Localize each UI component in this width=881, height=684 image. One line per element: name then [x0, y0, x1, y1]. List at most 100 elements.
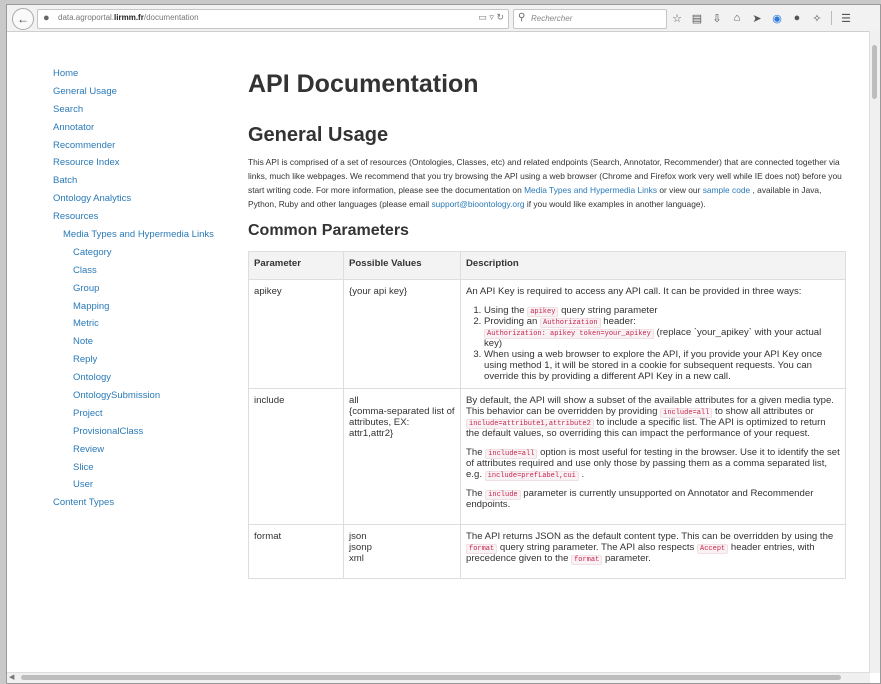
send-icon[interactable]: ➤ [751, 12, 763, 25]
search-icon: ⚲ [518, 12, 526, 23]
table-row-include: include all {comma-separated list of attr… [248, 388, 846, 525]
download-icon[interactable]: ⇩ [711, 12, 723, 25]
search-placeholder: Rechercher [531, 14, 573, 23]
text-span: header: [600, 316, 636, 327]
toolbar-separator [831, 11, 832, 25]
value-item: json [349, 531, 367, 542]
menu-icon[interactable]: ☰ [840, 12, 852, 25]
column-header-values: Possible Values [343, 251, 461, 280]
param-description: The API returns JSON as the default cont… [460, 524, 846, 579]
text-span: parameter. [602, 553, 651, 564]
table-header-row: Parameter Possible Values Description [248, 251, 846, 280]
sidebar-item-media-types-and-hypermedia-links[interactable]: Media Types and Hypermedia Links [53, 226, 233, 244]
back-arrow-icon: ← [17, 12, 29, 26]
skype-icon[interactable]: ◉ [771, 12, 783, 25]
intro-text-4: if you would like examples in another la… [524, 199, 706, 209]
code-snippet: include=prefLabel,cui [484, 471, 579, 481]
scroll-left-icon[interactable]: ◀ [9, 673, 14, 681]
home-icon[interactable]: ⌂ [731, 12, 743, 24]
sidebar-item-batch[interactable]: Batch [53, 172, 233, 190]
text-span: Using the [484, 305, 528, 316]
sidebar-item-search[interactable]: Search [53, 101, 233, 119]
media-types-link[interactable]: Media Types and Hypermedia Links [524, 185, 657, 195]
sidebar-item-project[interactable]: Project [53, 405, 233, 423]
horizontal-scroll-thumb[interactable] [21, 675, 841, 680]
sidebar-item-metric[interactable]: Metric [53, 315, 233, 333]
param-values: {your api key} [343, 279, 461, 389]
main-content: API Documentation General Usage This API… [248, 63, 848, 579]
parameters-table: Parameter Possible Values Description ap… [248, 251, 846, 579]
sidebar-item-provisionalclass[interactable]: ProvisionalClass [53, 423, 233, 441]
horizontal-scrollbar[interactable]: ◀ [7, 672, 870, 683]
vertical-scrollbar[interactable] [869, 31, 880, 673]
sidebar-item-recommender[interactable]: Recommender [53, 137, 233, 155]
value-item: xml [349, 553, 364, 564]
sidebar-item-group[interactable]: Group [53, 280, 233, 298]
url-text: data.agroportal.lirmm.fr/documentation [58, 13, 199, 22]
description-paragraph: By default, the API will show a subset o… [466, 395, 840, 439]
sidebar-item-resources[interactable]: Resources [53, 208, 233, 226]
star-icon[interactable]: ☆ [671, 12, 683, 25]
extension-icon[interactable]: ✧ [811, 12, 823, 25]
param-description: By default, the API will show a subset o… [460, 388, 846, 525]
code-snippet: Authorization: apikey token=your_apikey [484, 329, 654, 339]
description-paragraph: The include parameter is currently unsup… [466, 488, 840, 510]
sidebar-item-ontology[interactable]: Ontology [53, 369, 233, 387]
param-name: apikey [248, 279, 344, 389]
url-domain: lirmm.fr [114, 13, 144, 22]
browser-window: ← ● data.agroportal.lirmm.fr/documentati… [6, 4, 881, 684]
sidebar-item-review[interactable]: Review [53, 441, 233, 459]
search-input[interactable]: ⚲ Rechercher [513, 9, 667, 29]
param-name: include [248, 388, 344, 525]
value-item: {comma-separated list of attributes, EX:… [349, 406, 455, 439]
description-paragraph: An API Key is required to access any API… [466, 286, 802, 297]
value-item: all [349, 395, 359, 406]
common-parameters-heading: Common Parameters [248, 222, 409, 239]
sidebar-item-ontologysubmission[interactable]: OntologySubmission [53, 387, 233, 405]
intro-paragraph: This API is comprised of a set of resour… [248, 155, 846, 211]
globe-icon: ● [43, 12, 50, 24]
sidebar-item-reply[interactable]: Reply [53, 351, 233, 369]
url-suffix: /documentation [143, 13, 199, 22]
sidebar-item-ontology-analytics[interactable]: Ontology Analytics [53, 190, 233, 208]
sidebar-item-user[interactable]: User [53, 476, 233, 494]
value-item: jsonp [349, 542, 372, 553]
url-prefix: data.agroportal. [58, 13, 115, 22]
apikey-methods-list: Using the apikey query string parameter … [466, 305, 840, 382]
text-span: The [466, 488, 486, 499]
sidebar-item-category[interactable]: Category [53, 244, 233, 262]
address-bar[interactable]: ● data.agroportal.lirmm.fr/documentation… [37, 9, 509, 29]
toolbar-icons: ☆ ▤ ⇩ ⌂ ➤ ◉ ● ✧ ☰ [671, 9, 852, 27]
list-item: When using a web browser to explore the … [484, 349, 840, 382]
vertical-scroll-thumb[interactable] [872, 45, 877, 99]
bookmark-list-icon[interactable]: ▤ [691, 12, 703, 25]
code-snippet: Authorization [540, 318, 601, 328]
sidebar-item-home[interactable]: Home [53, 65, 233, 83]
text-span: query string parameter. The API also res… [497, 542, 698, 553]
sidebar-item-content-types[interactable]: Content Types [53, 494, 233, 512]
sidebar-item-note[interactable]: Note [53, 333, 233, 351]
param-name: format [248, 524, 344, 579]
description-paragraph: The API returns JSON as the default cont… [466, 531, 840, 565]
code-snippet: Accept [697, 544, 729, 554]
table-row-apikey: apikey {your api key} An API Key is requ… [248, 279, 846, 389]
sample-code-link[interactable]: sample code [703, 185, 751, 195]
support-email-link[interactable]: support@bioontology.org [431, 199, 524, 209]
reader-reload-icons[interactable]: ▭ ▿ ↻ [478, 12, 504, 23]
text-span: query string parameter [558, 305, 658, 316]
description-paragraph: The include=all option is most useful fo… [466, 447, 840, 481]
back-button[interactable]: ← [12, 8, 34, 30]
table-row-format: format json jsonp xml The API returns JSON… [248, 524, 846, 579]
browser-toolbar: ← ● data.agroportal.lirmm.fr/documentati… [7, 5, 880, 32]
sidebar-item-annotator[interactable]: Annotator [53, 119, 233, 137]
sidebar-item-resource-index[interactable]: Resource Index [53, 154, 233, 172]
sidebar-nav: Home General Usage Search Annotator Recommen… [53, 65, 233, 512]
text-span: The [466, 447, 486, 458]
column-header-parameter: Parameter [248, 251, 344, 280]
sidebar-item-general-usage[interactable]: General Usage [53, 83, 233, 101]
sidebar-item-mapping[interactable]: Mapping [53, 298, 233, 316]
chat-icon[interactable]: ● [791, 12, 803, 24]
text-span: Providing an [484, 316, 540, 327]
sidebar-item-class[interactable]: Class [53, 262, 233, 280]
sidebar-item-slice[interactable]: Slice [53, 459, 233, 477]
